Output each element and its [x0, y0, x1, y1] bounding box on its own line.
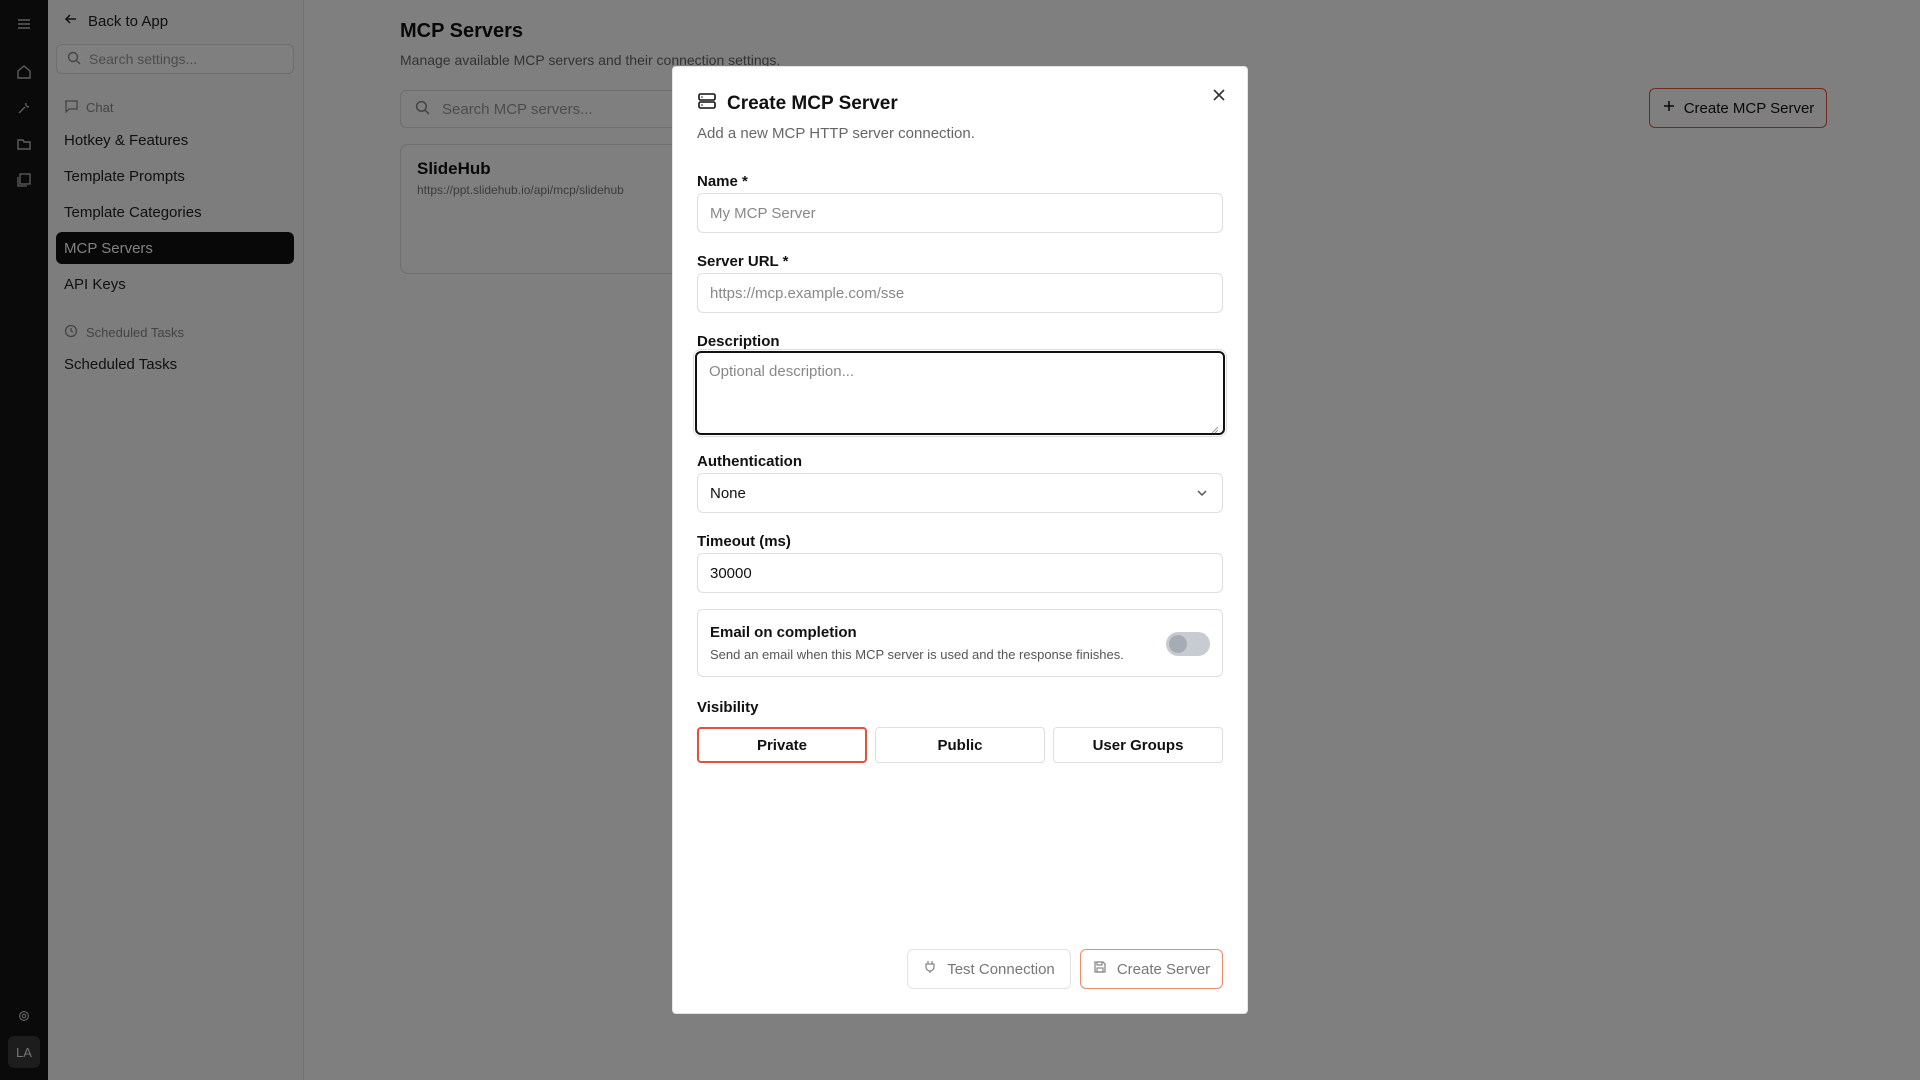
server-url-label: Server URL * — [697, 253, 789, 270]
visibility-option-label: User Groups — [1092, 736, 1184, 754]
create-mcp-server-dialog: Create MCP Server Add a new MCP HTTP ser… — [672, 66, 1248, 1014]
chevron-down-icon — [1196, 486, 1208, 503]
timeout-value: 30000 — [710, 564, 752, 582]
description-placeholder: Optional description... — [709, 363, 855, 380]
plug-icon — [923, 960, 937, 978]
name-label: Name * — [697, 173, 748, 190]
authentication-select[interactable]: None — [697, 473, 1223, 513]
test-connection-button[interactable]: Test Connection — [907, 949, 1071, 989]
save-icon — [1093, 960, 1107, 978]
name-field[interactable]: My MCP Server — [697, 193, 1223, 233]
email-on-completion-setting: Email on completion Send an email when t… — [697, 609, 1223, 677]
test-connection-label: Test Connection — [947, 960, 1055, 978]
authentication-label: Authentication — [697, 453, 802, 470]
dialog-title-text: Create MCP Server — [727, 93, 898, 114]
name-placeholder: My MCP Server — [710, 204, 816, 222]
dialog-title: Create MCP Server — [697, 91, 898, 117]
create-server-button[interactable]: Create Server — [1080, 949, 1223, 989]
server-icon — [697, 91, 717, 117]
resize-grip-icon[interactable] — [1211, 421, 1219, 434]
email-description: Send an email when this MCP server is us… — [710, 647, 1124, 662]
authentication-value: None — [710, 484, 746, 502]
description-textarea[interactable]: Optional description... — [695, 351, 1225, 435]
visibility-private-button[interactable]: Private — [697, 727, 867, 763]
visibility-public-button[interactable]: Public — [875, 727, 1045, 763]
dialog-description: Add a new MCP HTTP server connection. — [697, 125, 975, 142]
create-server-label: Create Server — [1116, 960, 1211, 978]
visibility-user-groups-button[interactable]: User Groups — [1053, 727, 1223, 763]
timeout-field[interactable]: 30000 — [697, 553, 1223, 593]
description-label: Description — [697, 333, 780, 350]
visibility-option-label: Private — [756, 736, 808, 754]
server-url-field[interactable]: https://mcp.example.com/sse — [697, 273, 1223, 313]
visibility-label: Visibility — [697, 699, 759, 716]
email-title: Email on completion — [710, 624, 857, 641]
email-toggle[interactable] — [1166, 632, 1210, 656]
close-icon[interactable] — [1209, 85, 1229, 105]
visibility-option-label: Public — [937, 736, 983, 754]
timeout-label: Timeout (ms) — [697, 533, 791, 550]
server-url-placeholder: https://mcp.example.com/sse — [710, 284, 905, 302]
toggle-knob — [1169, 635, 1187, 653]
